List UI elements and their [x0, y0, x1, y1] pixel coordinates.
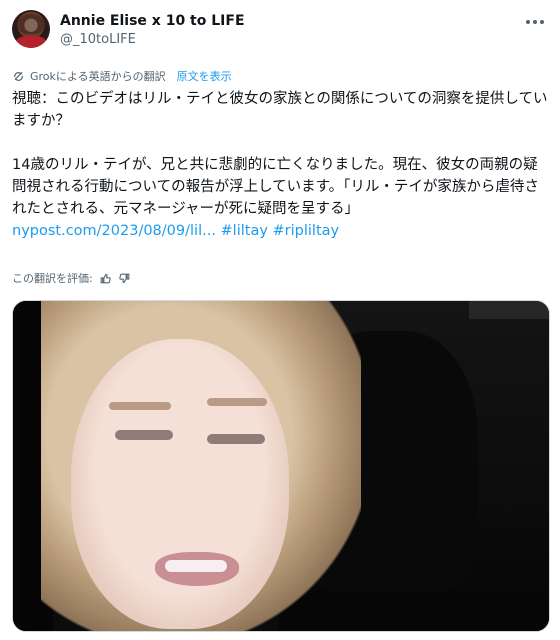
video-subject-face	[71, 339, 289, 629]
avatar-hair	[18, 14, 44, 34]
video-subject-right-brow	[207, 398, 267, 406]
video-subject-right-eye	[207, 434, 265, 444]
post-header: Annie Elise x 10 to LIFE @_10toLIFE	[12, 10, 548, 54]
video-media[interactable]	[12, 300, 550, 632]
author-names: Annie Elise x 10 to LIFE @_10toLIFE	[60, 12, 245, 49]
show-original-link[interactable]: 原文を表示	[177, 68, 232, 84]
more-dot	[533, 20, 537, 24]
author-handle[interactable]: @_10toLIFE	[60, 31, 245, 49]
author-display-name[interactable]: Annie Elise x 10 to LIFE	[60, 12, 245, 30]
avatar-dress	[16, 36, 46, 48]
translation-notice-text: Grokによる英語からの翻訳	[30, 70, 166, 83]
translation-notice: Grokによる英語からの翻訳 原文を表示	[12, 68, 232, 84]
post-text: 視聴：このビデオはリル・テイと彼女の家族との関係についての洞察を提供していますか…	[12, 88, 552, 242]
post-text-paragraph2: 14歳のリル・テイが、兄と共に悲劇的に亡くなりました。現在、彼女の両親の疑問視さ…	[12, 157, 539, 217]
thumbs-down-icon[interactable]	[118, 272, 131, 285]
post-link[interactable]: nypost.com/2023/08/09/lil...	[12, 223, 216, 239]
video-background-detail	[469, 301, 549, 319]
avatar[interactable]	[12, 10, 50, 48]
rate-translation-label: この翻訳を評価:	[12, 272, 93, 285]
hashtag-ripliltay[interactable]: #ripliltay	[273, 223, 340, 239]
more-dot	[526, 20, 530, 24]
hashtag-liltay[interactable]: #liltay	[221, 223, 268, 239]
grok-icon	[14, 71, 23, 81]
video-subject-mouth	[155, 552, 239, 586]
video-subject-left-brow	[109, 402, 171, 410]
video-subject-left-eye	[115, 430, 173, 440]
more-dot	[540, 20, 544, 24]
more-horizontal-icon[interactable]	[526, 18, 546, 26]
post-text-line1: 視聴：このビデオはリル・テイと彼女の家族との関係についての洞察を提供していますか…	[12, 91, 548, 129]
rate-translation: この翻訳を評価:	[12, 270, 131, 286]
thumbs-up-icon[interactable]	[99, 272, 112, 285]
